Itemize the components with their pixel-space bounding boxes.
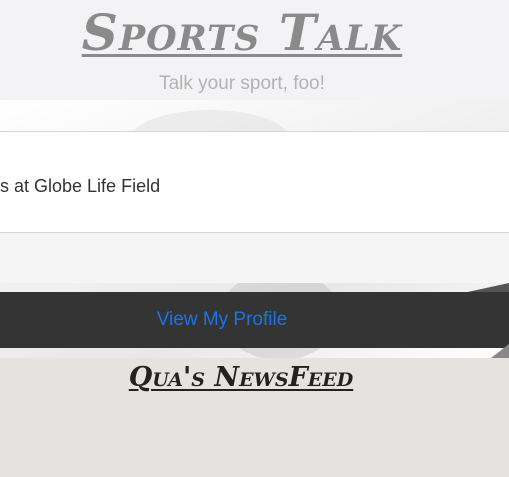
site-title: Sports Talk [81, 3, 403, 62]
post-card: s at Globe Life Field [0, 131, 509, 283]
post-card-footer [0, 232, 509, 283]
site-header: Sports Talk Talk your sport, foo! [0, 0, 509, 100]
newsfeed-title: Qua's NewsFeed [128, 362, 354, 393]
view-profile-link[interactable]: View My Profile [0, 292, 444, 348]
site-tagline: Talk your sport, foo! [159, 73, 325, 94]
profile-bar: View My Profile [0, 292, 509, 348]
background-shape [491, 344, 509, 358]
post-text: s at Globe Life Field [0, 176, 161, 196]
